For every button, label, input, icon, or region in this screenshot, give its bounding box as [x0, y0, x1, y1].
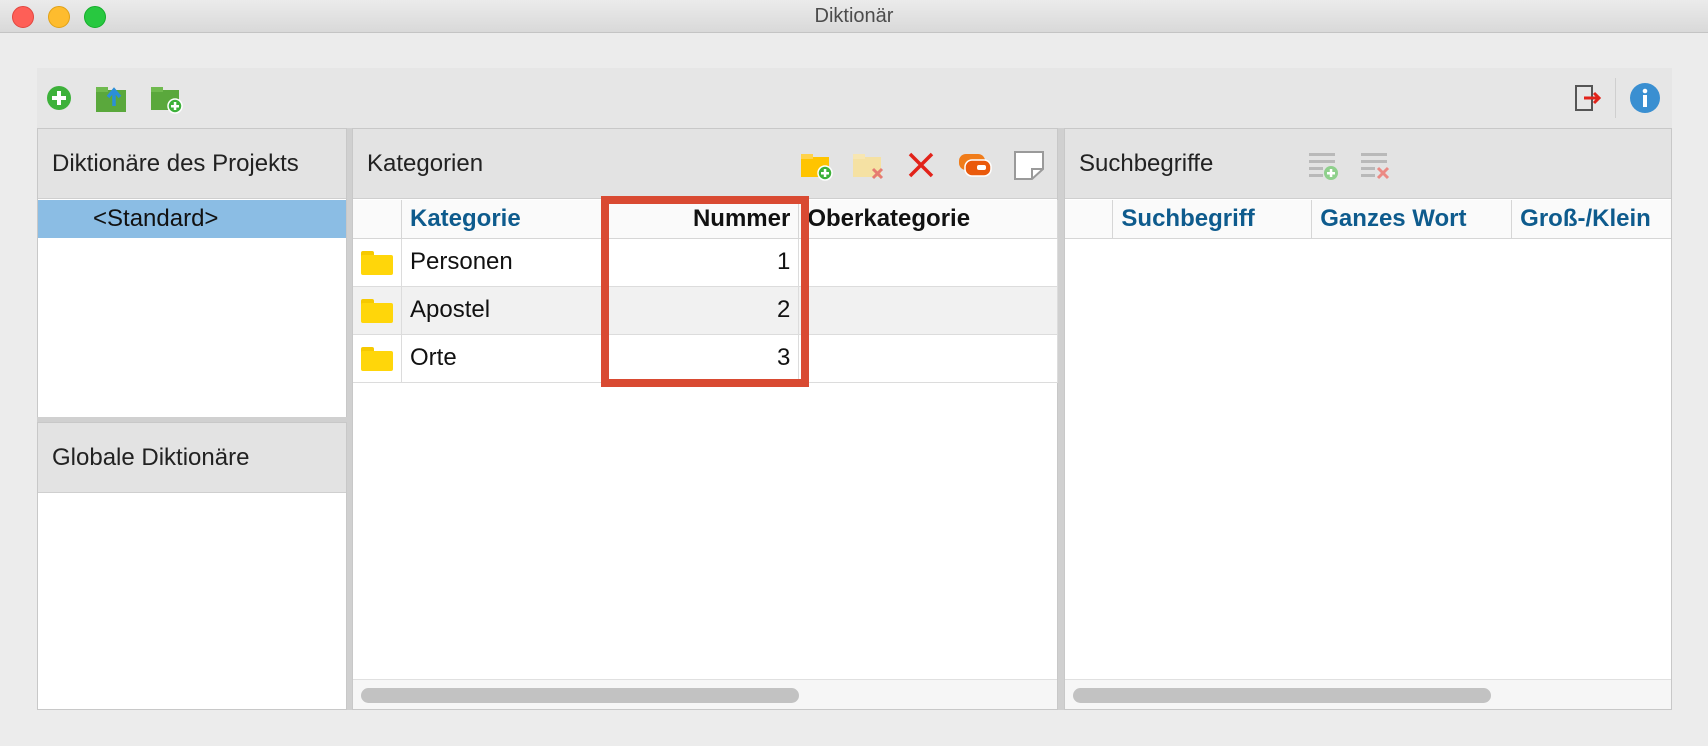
row-icon-column-header — [1065, 200, 1114, 239]
table-header-row: Suchbegriff Ganzes Wort Groß-/Klein — [1065, 200, 1671, 239]
dictionary-item-standard[interactable]: <Standard> — [38, 200, 346, 238]
search-terms-horizontal-scrollbar[interactable] — [1065, 679, 1671, 709]
categories-table: Kategorie Nummer Oberkategorie Personen … — [353, 200, 1058, 383]
window-title: Diktionär — [814, 5, 894, 27]
category-parent — [798, 286, 1058, 335]
folder-icon — [353, 334, 402, 383]
delete-category-icon[interactable] — [851, 147, 887, 183]
remove-term-icon[interactable] — [1357, 147, 1393, 183]
category-number: 1 — [601, 238, 800, 287]
add-circle-icon[interactable] — [39, 78, 79, 118]
table-header-row: Kategorie Nummer Oberkategorie — [353, 200, 1058, 239]
new-folder-icon[interactable] — [147, 78, 187, 118]
column-header-number[interactable]: Nummer — [601, 200, 800, 239]
column-header-case[interactable]: Groß-/Klein — [1511, 200, 1671, 239]
memo-icon[interactable] — [1011, 147, 1047, 183]
scrollbar-thumb[interactable] — [1073, 688, 1491, 703]
column-header-search-term[interactable]: Suchbegriff — [1112, 200, 1313, 239]
scrollbar-thumb[interactable] — [361, 688, 799, 703]
column-header-whole-word[interactable]: Ganzes Wort — [1311, 200, 1513, 239]
exit-icon[interactable] — [1567, 78, 1607, 118]
project-dictionaries-panel: Diktionäre des Projekts <Standard> — [37, 128, 347, 418]
table-row[interactable]: Apostel 2 — [353, 286, 1058, 335]
dictionary-window: Diktionär Diktionäre des Projekts <Stand… — [0, 0, 1708, 746]
search-terms-table: Suchbegriff Ganzes Wort Groß-/Klein — [1065, 200, 1671, 239]
categories-title: Kategorien — [353, 129, 1057, 199]
code-icon[interactable] — [957, 147, 993, 183]
title-bar: Diktionär — [0, 0, 1708, 33]
folder-icon — [353, 238, 402, 287]
categories-horizontal-scrollbar[interactable] — [353, 679, 1057, 709]
export-folder-icon[interactable] — [92, 78, 132, 118]
main-toolbar — [37, 68, 1672, 128]
categories-panel: Kategorien Kategorie Nummer Oberkategori… — [352, 128, 1058, 710]
category-name: Personen — [401, 238, 602, 287]
new-category-icon[interactable] — [799, 147, 835, 183]
add-term-icon[interactable] — [1305, 147, 1341, 183]
delete-icon[interactable] — [903, 147, 939, 183]
info-icon[interactable] — [1625, 78, 1665, 118]
table-row[interactable]: Personen 1 — [353, 238, 1058, 287]
folder-icon — [353, 286, 402, 335]
global-dictionaries-title: Globale Diktionäre — [38, 423, 346, 493]
table-row[interactable]: Orte 3 — [353, 334, 1058, 383]
category-parent — [798, 334, 1058, 383]
category-name: Apostel — [401, 286, 602, 335]
search-terms-panel: Suchbegriffe Suchbegriff Ganzes Wort Gro… — [1064, 128, 1672, 710]
category-number: 2 — [601, 286, 800, 335]
project-dictionaries-title: Diktionäre des Projekts — [38, 129, 346, 199]
category-number: 3 — [601, 334, 800, 383]
toolbar-separator — [1615, 78, 1616, 118]
category-parent — [798, 238, 1058, 287]
column-header-category[interactable]: Kategorie — [401, 200, 602, 239]
global-dictionaries-panel: Globale Diktionäre — [37, 422, 347, 710]
row-icon-column-header — [353, 200, 402, 239]
column-header-parent[interactable]: Oberkategorie — [798, 200, 1058, 239]
category-name: Orte — [401, 334, 602, 383]
